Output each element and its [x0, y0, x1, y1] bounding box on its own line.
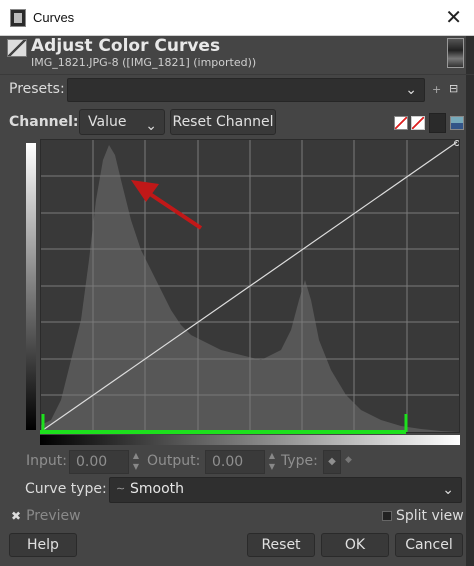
presets-dropdown[interactable]: ⌄: [67, 78, 425, 102]
split-view-label: Split view: [396, 508, 464, 524]
curve-type-label: Curve type:: [25, 481, 107, 497]
divider: [0, 74, 474, 75]
curves-graph[interactable]: [40, 139, 460, 433]
corner-point-icon[interactable]: ◆: [345, 455, 352, 465]
log-histogram-icon[interactable]: [411, 116, 425, 130]
help-button[interactable]: Help: [9, 533, 77, 557]
chevron-down-icon: ⌄: [442, 482, 454, 498]
dialog-heading: Adjust Color Curves: [31, 36, 221, 56]
annotation-arrow: [131, 180, 203, 230]
close-icon[interactable]: ✕: [445, 5, 462, 29]
gimp-app-icon: [10, 9, 26, 27]
channel-dropdown[interactable]: Value ⌄: [79, 109, 165, 135]
freehand-curve-icon[interactable]: [450, 116, 464, 130]
image-thumbnail: [447, 38, 464, 68]
chevron-down-icon: ⌄: [145, 118, 157, 134]
chevron-down-icon: ⌄: [405, 82, 417, 98]
background-window-edge: [466, 36, 474, 566]
preset-menu-icon[interactable]: ⊟: [449, 82, 458, 95]
split-view-checkbox[interactable]: Split view: [382, 508, 464, 524]
input-spin-arrows-icon[interactable]: ▲ ▼: [130, 450, 142, 474]
window-title: Curves: [33, 10, 75, 25]
ok-button[interactable]: OK: [321, 533, 389, 557]
reset-button[interactable]: Reset: [247, 533, 315, 557]
input-spinbox[interactable]: 0.00: [69, 450, 129, 474]
channel-label: Channel:: [9, 114, 79, 130]
curve-type-value: Smooth: [130, 481, 185, 497]
point-type-toggle[interactable]: ◆: [323, 450, 341, 474]
input-gradient-bar: [40, 435, 460, 445]
curve-icon: ∼: [116, 482, 126, 495]
range-highlight-bar: [40, 430, 406, 434]
checked-icon: ✖: [11, 509, 22, 523]
reset-channel-button[interactable]: Reset Channel: [170, 109, 276, 135]
type-label: Type:: [281, 453, 318, 469]
add-preset-icon[interactable]: +: [432, 83, 441, 96]
channel-value: Value: [88, 114, 127, 130]
cancel-button[interactable]: Cancel: [395, 533, 463, 557]
presets-label: Presets:: [9, 81, 65, 97]
input-label: Input:: [26, 453, 67, 469]
image-name: IMG_1821.JPG-8 ([IMG_1821] (imported)): [31, 56, 257, 69]
title-bar: Curves ✕: [0, 0, 474, 36]
output-gradient-bar: [26, 143, 36, 430]
output-label: Output:: [147, 453, 201, 469]
preview-checkbox[interactable]: ✖ Preview: [11, 508, 81, 524]
preview-label: Preview: [26, 508, 81, 524]
curve-view-toggle-icon[interactable]: [429, 113, 446, 133]
output-spinbox[interactable]: 0.00: [205, 450, 265, 474]
unchecked-box-icon: [382, 511, 392, 521]
curves-tool-icon: [7, 39, 27, 57]
curve-type-dropdown[interactable]: ∼ Smooth ⌄: [109, 477, 462, 503]
output-spin-arrows-icon[interactable]: ▲ ▼: [266, 450, 278, 474]
linear-histogram-icon[interactable]: [394, 116, 408, 130]
curves-graph-canvas: [41, 140, 460, 432]
